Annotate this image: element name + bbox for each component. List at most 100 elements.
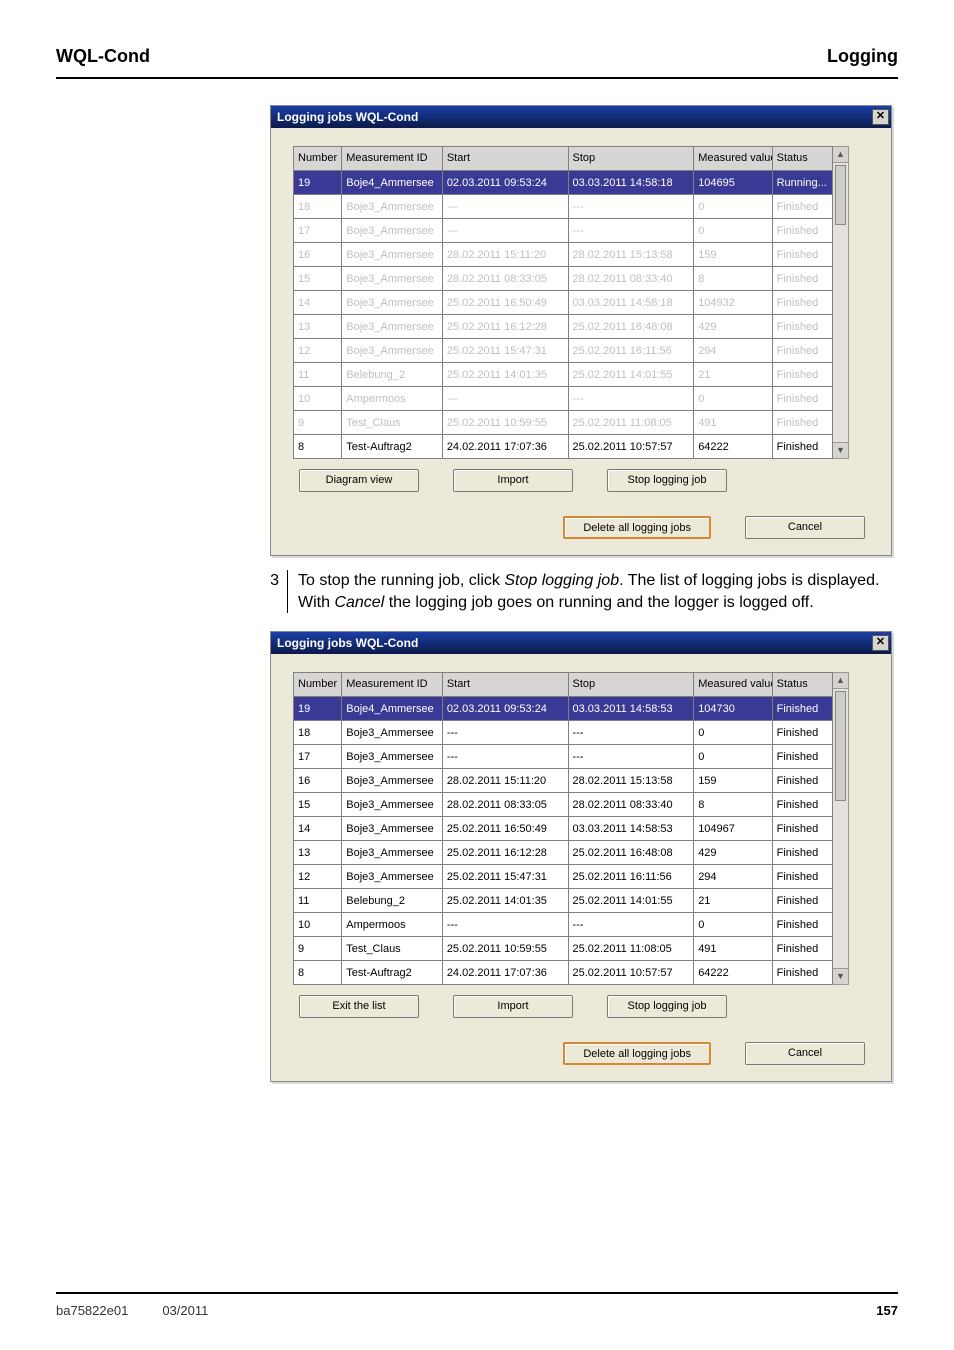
cell: 25.02.2011 10:57:57 — [568, 435, 694, 459]
cell: 25.02.2011 16:12:28 — [442, 841, 568, 865]
cell: Finished — [772, 745, 832, 769]
cell: 12 — [294, 865, 342, 889]
table-row[interactable]: 16Boje3_Ammersee28.02.2011 15:11:2028.02… — [294, 243, 833, 267]
stop-logging-job-button[interactable]: Stop logging job — [607, 469, 727, 492]
cell: Boje3_Ammersee — [342, 769, 443, 793]
table-row[interactable]: 11Belebung_225.02.2011 14:01:3525.02.201… — [294, 889, 833, 913]
table-row[interactable]: 14Boje3_Ammersee25.02.2011 16:50:4903.03… — [294, 291, 833, 315]
col-stop[interactable]: Stop — [568, 673, 694, 697]
table-row[interactable]: 8Test-Auftrag224.02.2011 17:07:3625.02.2… — [294, 435, 833, 459]
import-button[interactable]: Import — [453, 469, 573, 492]
cell: Boje3_Ammersee — [342, 793, 443, 817]
scroll-up-icon[interactable]: ▲ — [833, 673, 848, 689]
exit-list-button[interactable]: Exit the list — [299, 995, 419, 1018]
col-meas-val[interactable]: Measured values — [694, 673, 772, 697]
cell: 25.02.2011 16:11:56 — [568, 339, 694, 363]
cell: 25.02.2011 11:08:05 — [568, 937, 694, 961]
step-number: 3 — [252, 570, 288, 613]
table-row[interactable]: 17Boje3_Ammersee------0Finished — [294, 745, 833, 769]
table-row[interactable]: 8Test-Auftrag224.02.2011 17:07:3625.02.2… — [294, 961, 833, 985]
cell: Finished — [772, 889, 832, 913]
import-button[interactable]: Import — [453, 995, 573, 1018]
col-status[interactable]: Status — [772, 673, 832, 697]
diagram-view-button[interactable]: Diagram view — [299, 469, 419, 492]
table-row[interactable]: 9Test_Claus25.02.2011 10:59:5525.02.2011… — [294, 411, 833, 435]
cell: Finished — [772, 243, 832, 267]
cell: 8 — [694, 267, 772, 291]
table-row[interactable]: 19Boje4_Ammersee02.03.2011 09:53:2403.03… — [294, 697, 833, 721]
cell: 28.02.2011 15:13:58 — [568, 243, 694, 267]
cell: 03.03.2011 14:58:53 — [568, 697, 694, 721]
close-icon[interactable]: ✕ — [872, 109, 889, 125]
table-row[interactable]: 15Boje3_Ammersee28.02.2011 08:33:0528.02… — [294, 793, 833, 817]
cell: 03.03.2011 14:58:53 — [568, 817, 694, 841]
header-rule — [56, 77, 898, 79]
cell: 17 — [294, 219, 342, 243]
table-row[interactable]: 18Boje3_Ammersee------0Finished — [294, 195, 833, 219]
cell: 0 — [694, 745, 772, 769]
col-start[interactable]: Start — [442, 147, 568, 171]
cell: Finished — [772, 961, 832, 985]
col-meas-id[interactable]: Measurement ID — [342, 147, 443, 171]
cell: Boje4_Ammersee — [342, 171, 443, 195]
cell: 8 — [694, 793, 772, 817]
cell: --- — [442, 721, 568, 745]
table-row[interactable]: 13Boje3_Ammersee25.02.2011 16:12:2825.02… — [294, 841, 833, 865]
table-row[interactable]: 13Boje3_Ammersee25.02.2011 16:12:2825.02… — [294, 315, 833, 339]
step-3: 3 To stop the running job, click Stop lo… — [252, 570, 892, 613]
cell: 0 — [694, 913, 772, 937]
col-stop[interactable]: Stop — [568, 147, 694, 171]
window-title: Logging jobs WQL-Cond — [277, 636, 418, 650]
table-row[interactable]: 12Boje3_Ammersee25.02.2011 15:47:3125.02… — [294, 339, 833, 363]
delete-all-logging-jobs-button[interactable]: Delete all logging jobs — [563, 516, 711, 539]
vertical-scrollbar[interactable]: ▲ ▼ — [833, 146, 849, 459]
cell: Finished — [772, 841, 832, 865]
close-icon[interactable]: ✕ — [872, 635, 889, 651]
cell: Boje3_Ammersee — [342, 745, 443, 769]
col-meas-val[interactable]: Measured values — [694, 147, 772, 171]
scroll-thumb[interactable] — [835, 165, 846, 225]
logging-jobs-table: Number Measurement ID Start Stop Measure… — [293, 672, 833, 985]
table-row[interactable]: 12Boje3_Ammersee25.02.2011 15:47:3125.02… — [294, 865, 833, 889]
cell: --- — [442, 195, 568, 219]
table-row[interactable]: 10Ampermoos------0Finished — [294, 387, 833, 411]
table-row[interactable]: 11Belebung_225.02.2011 14:01:3525.02.201… — [294, 363, 833, 387]
col-start[interactable]: Start — [442, 673, 568, 697]
footer-page: 157 — [876, 1303, 898, 1318]
col-status[interactable]: Status — [772, 147, 832, 171]
cell: 429 — [694, 841, 772, 865]
vertical-scrollbar[interactable]: ▲ ▼ — [833, 672, 849, 985]
table-row[interactable]: 10Ampermoos------0Finished — [294, 913, 833, 937]
table-row[interactable]: 19Boje4_Ammersee02.03.2011 09:53:2403.03… — [294, 171, 833, 195]
scroll-thumb[interactable] — [835, 691, 846, 801]
table-row[interactable]: 14Boje3_Ammersee25.02.2011 16:50:4903.03… — [294, 817, 833, 841]
cell: --- — [568, 721, 694, 745]
col-meas-id[interactable]: Measurement ID — [342, 673, 443, 697]
cell: --- — [568, 913, 694, 937]
delete-all-logging-jobs-button[interactable]: Delete all logging jobs — [563, 1042, 711, 1065]
cell: 28.02.2011 08:33:40 — [568, 793, 694, 817]
cell: 25.02.2011 10:59:55 — [442, 411, 568, 435]
scroll-down-icon[interactable]: ▼ — [833, 968, 848, 984]
table-row[interactable]: 15Boje3_Ammersee28.02.2011 08:33:0528.02… — [294, 267, 833, 291]
scroll-down-icon[interactable]: ▼ — [833, 442, 848, 458]
cell: 14 — [294, 291, 342, 315]
col-number[interactable]: Number — [294, 673, 342, 697]
cell: --- — [442, 387, 568, 411]
cancel-button[interactable]: Cancel — [745, 1042, 865, 1065]
table-row[interactable]: 16Boje3_Ammersee28.02.2011 15:11:2028.02… — [294, 769, 833, 793]
cell: 28.02.2011 15:11:20 — [442, 769, 568, 793]
table-row[interactable]: 9Test_Claus25.02.2011 10:59:5525.02.2011… — [294, 937, 833, 961]
stop-logging-job-button[interactable]: Stop logging job — [607, 995, 727, 1018]
cell: 25.02.2011 15:47:31 — [442, 339, 568, 363]
cancel-button[interactable]: Cancel — [745, 516, 865, 539]
cell: 25.02.2011 16:50:49 — [442, 817, 568, 841]
cell: Finished — [772, 721, 832, 745]
scroll-up-icon[interactable]: ▲ — [833, 147, 848, 163]
table-row[interactable]: 17Boje3_Ammersee------0Finished — [294, 219, 833, 243]
col-number[interactable]: Number — [294, 147, 342, 171]
cell: Boje3_Ammersee — [342, 267, 443, 291]
table-row[interactable]: 18Boje3_Ammersee------0Finished — [294, 721, 833, 745]
cell: 02.03.2011 09:53:24 — [442, 697, 568, 721]
cell: Finished — [772, 913, 832, 937]
